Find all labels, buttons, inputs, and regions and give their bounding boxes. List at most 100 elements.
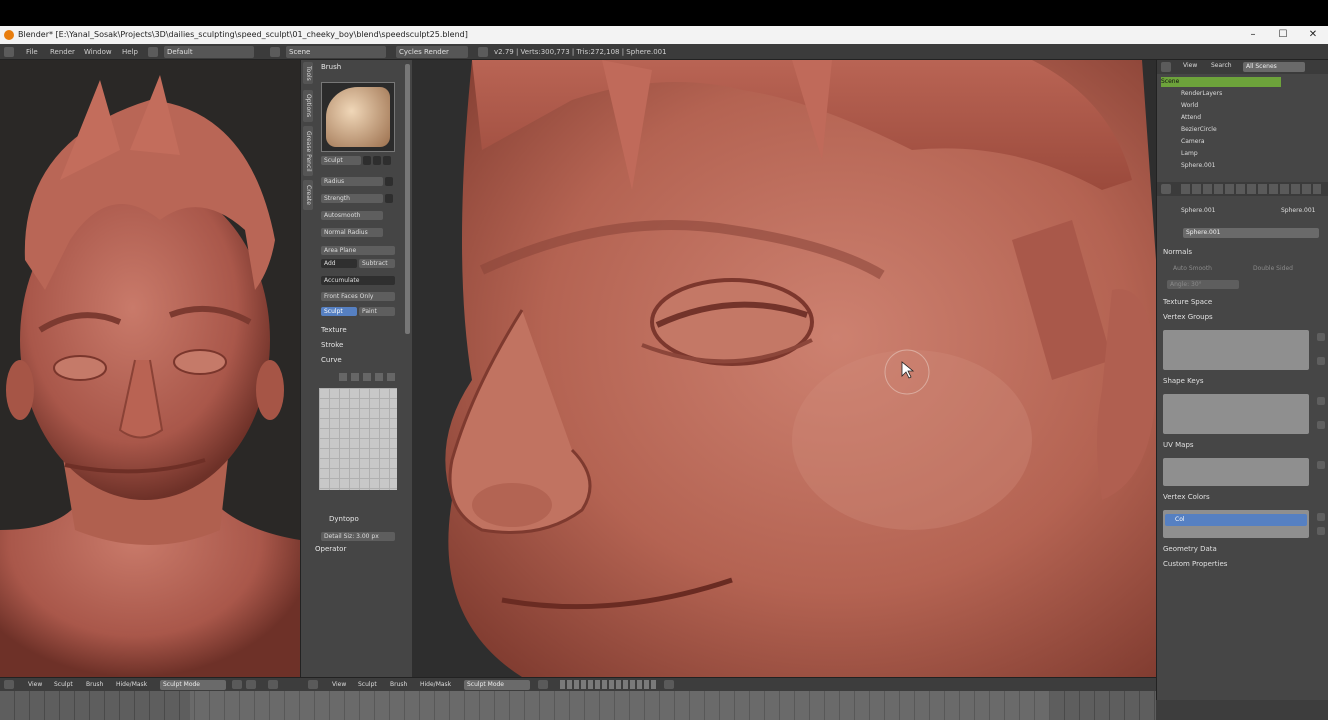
- scene-icon[interactable]: [270, 47, 280, 57]
- subtract-button[interactable]: Subtract: [359, 259, 395, 268]
- layout-icon[interactable]: [148, 47, 158, 57]
- layout-selector[interactable]: Default: [164, 46, 254, 58]
- tab-create[interactable]: Create: [303, 180, 313, 210]
- texture-space-panel-header[interactable]: Texture Space: [1163, 298, 1212, 306]
- properties-editor-icon[interactable]: [1161, 184, 1171, 194]
- vertex-group-menu-icon[interactable]: [1317, 357, 1325, 365]
- curve-preset-icons[interactable]: [339, 373, 395, 383]
- vertex-colors-panel-header[interactable]: Vertex Colors: [1163, 493, 1210, 501]
- curve-preset-icon[interactable]: [339, 373, 347, 381]
- area-plane-dropdown[interactable]: Area Plane: [321, 246, 395, 255]
- add-vertex-color-icon[interactable]: [1317, 513, 1325, 521]
- menu-help[interactable]: Help: [122, 46, 138, 58]
- left-editor-type-icon[interactable]: [4, 680, 14, 689]
- left-menu-hide-mask[interactable]: Hide/Mask: [116, 680, 147, 690]
- menu-window[interactable]: Window: [84, 46, 112, 58]
- fake-user-icon[interactable]: [363, 156, 371, 165]
- left-pivot-icon[interactable]: [246, 680, 256, 689]
- remove-vertex-color-icon[interactable]: [1317, 527, 1325, 535]
- curve-preset-icon[interactable]: [387, 373, 395, 381]
- stroke-panel-header[interactable]: Stroke: [321, 341, 343, 349]
- custom-properties-panel-header[interactable]: Custom Properties: [1163, 560, 1227, 568]
- minimize-button[interactable]: –: [1238, 26, 1268, 44]
- outliner-menu-search[interactable]: Search: [1211, 61, 1232, 71]
- right-shading-icon[interactable]: [538, 680, 548, 689]
- radius-pressure-icon[interactable]: [385, 177, 393, 186]
- normals-panel-header[interactable]: Normals: [1163, 248, 1192, 256]
- right-menu-sculpt[interactable]: Sculpt: [358, 680, 377, 690]
- right-menu-view[interactable]: View: [332, 680, 346, 690]
- tab-options[interactable]: Options: [303, 90, 313, 122]
- shape-keys-list[interactable]: [1163, 394, 1309, 434]
- brush-panel-header[interactable]: Brush: [321, 63, 341, 71]
- right-editor-type-icon[interactable]: [308, 680, 318, 689]
- outliner-display-mode[interactable]: All Scenes: [1243, 62, 1305, 72]
- vertex-colors-list[interactable]: Col: [1163, 510, 1309, 538]
- strength-pressure-icon[interactable]: [385, 194, 393, 203]
- right-layer-buttons[interactable]: [560, 680, 656, 689]
- properties-context-icons[interactable]: [1181, 184, 1321, 194]
- radius-field[interactable]: Radius: [321, 177, 383, 186]
- brush-name-field[interactable]: Sculpt: [321, 156, 361, 165]
- left-menu-brush[interactable]: Brush: [86, 680, 103, 690]
- left-mode-selector[interactable]: Sculpt Mode: [160, 680, 226, 690]
- scene-selector[interactable]: Scene: [286, 46, 386, 58]
- falloff-curve-editor[interactable]: [319, 388, 397, 490]
- right-lock-icon[interactable]: [664, 680, 674, 689]
- sculpt-mode-button[interactable]: Sculpt: [321, 307, 357, 316]
- close-button[interactable]: ✕: [1298, 26, 1328, 44]
- right-menu-hide-mask[interactable]: Hide/Mask: [420, 680, 451, 690]
- outliner-row-scene[interactable]: Scene: [1161, 77, 1281, 87]
- timeline[interactable]: [0, 691, 1156, 720]
- unlink-brush-icon[interactable]: [383, 156, 391, 165]
- front-faces-only-checkbox[interactable]: Front Faces Only: [321, 292, 395, 301]
- right-menu-brush[interactable]: Brush: [390, 680, 407, 690]
- left-layers-icon[interactable]: [268, 680, 278, 689]
- shape-key-menu-icon[interactable]: [1317, 421, 1325, 429]
- outliner-editor-icon[interactable]: [1161, 62, 1171, 72]
- right-mode-selector[interactable]: Sculpt Mode: [464, 680, 530, 690]
- operator-panel-header[interactable]: Operator: [315, 545, 346, 553]
- add-uv-map-icon[interactable]: [1317, 461, 1325, 469]
- vertex-color-layer-row[interactable]: Col: [1165, 514, 1307, 526]
- left-menu-sculpt[interactable]: Sculpt: [54, 680, 73, 690]
- toolshelf-scrollbar[interactable]: [405, 64, 410, 334]
- paint-mode-button[interactable]: Paint: [359, 307, 395, 316]
- menu-render[interactable]: Render: [50, 46, 75, 58]
- vertex-groups-list[interactable]: [1163, 330, 1309, 370]
- brush-preview-thumbnail[interactable]: [321, 82, 395, 152]
- maximize-button[interactable]: ☐: [1268, 26, 1298, 44]
- curve-handle-buttons[interactable]: [319, 494, 397, 502]
- editor-type-icon[interactable]: [4, 47, 14, 57]
- outliner-menu-view[interactable]: View: [1183, 61, 1197, 71]
- tab-tools[interactable]: Tools: [303, 62, 313, 84]
- accumulate-checkbox[interactable]: Accumulate: [321, 276, 395, 285]
- add-shape-key-icon[interactable]: [1317, 397, 1325, 405]
- dyntopo-checkbox[interactable]: Dyntopo: [329, 515, 359, 523]
- uv-maps-panel-header[interactable]: UV Maps: [1163, 441, 1194, 449]
- angle-field[interactable]: Angle: 30°: [1167, 280, 1239, 289]
- tab-grease-pencil[interactable]: Grease Pencil: [303, 126, 313, 176]
- render-engine-selector[interactable]: Cycles Render: [396, 46, 468, 58]
- detail-size-field[interactable]: Detail Siz: 3.00 px: [321, 532, 395, 541]
- curve-panel-header[interactable]: Curve: [321, 356, 342, 364]
- double-sided-checkbox[interactable]: Double Sided: [1253, 264, 1293, 274]
- left-viewport[interactable]: [0, 60, 300, 677]
- normal-radius-field[interactable]: Normal Radius: [321, 228, 383, 237]
- outliner-visibility-toggles[interactable]: [1287, 89, 1323, 173]
- shape-keys-panel-header[interactable]: Shape Keys: [1163, 377, 1203, 385]
- add-brush-icon[interactable]: [373, 156, 381, 165]
- curve-preset-icon[interactable]: [375, 373, 383, 381]
- geometry-data-panel-header[interactable]: Geometry Data: [1163, 545, 1217, 553]
- main-viewport[interactable]: [412, 60, 1156, 677]
- add-button[interactable]: Add: [321, 259, 357, 268]
- vertex-groups-panel-header[interactable]: Vertex Groups: [1163, 313, 1213, 321]
- texture-panel-header[interactable]: Texture: [321, 326, 347, 334]
- left-shading-icon[interactable]: [232, 680, 242, 689]
- left-menu-view[interactable]: View: [28, 680, 42, 690]
- autosmooth-field[interactable]: Autosmooth: [321, 211, 383, 220]
- strength-field[interactable]: Strength: [321, 194, 383, 203]
- curve-preset-icon[interactable]: [363, 373, 371, 381]
- mesh-datablock-field[interactable]: Sphere.001: [1183, 228, 1319, 238]
- menu-file[interactable]: File: [26, 46, 38, 58]
